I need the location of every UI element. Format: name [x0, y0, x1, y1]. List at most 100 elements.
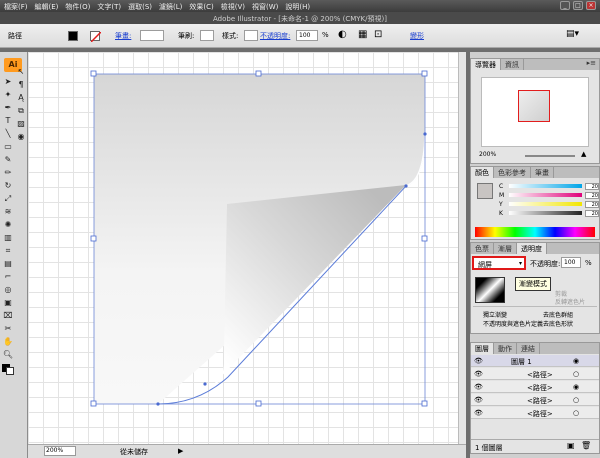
navigator-preview[interactable] — [481, 77, 589, 147]
align-icon[interactable]: ▦ — [358, 29, 367, 40]
direct-selection-icon[interactable]: ↖ — [15, 66, 27, 78]
transparency-opacity-field[interactable]: 100 — [561, 257, 581, 268]
scale-tool-icon[interactable]: ⤢ — [2, 193, 14, 205]
fill-stroke-icon[interactable] — [2, 362, 14, 375]
eyedropper-icon[interactable]: ⌐ — [2, 271, 14, 283]
blend-tool-icon[interactable]: ◎ — [2, 284, 14, 296]
vertical-scrollbar[interactable] — [458, 52, 466, 444]
zoom-field[interactable]: 200% — [44, 446, 76, 456]
eye-icon[interactable]: 👁︎ — [474, 370, 483, 378]
tab-links[interactable]: 連結 — [517, 343, 540, 354]
stroke-link[interactable]: 筆畫: — [115, 31, 131, 41]
eye-icon[interactable]: 👁︎ — [474, 409, 483, 417]
pen-tool-icon[interactable]: ✒ — [2, 102, 14, 114]
opacity-field[interactable]: 100 — [296, 30, 318, 41]
new-layer-icon[interactable]: ▣ — [567, 441, 575, 450]
sublayer-row[interactable]: 👁︎ <路徑> ◉ — [471, 381, 599, 393]
target-icon[interactable]: ○ — [573, 370, 579, 378]
control-bar-menu-icon[interactable]: ▤▾ — [566, 29, 579, 39]
tab-layers[interactable]: 圖層 — [471, 343, 494, 354]
blend-mode-dropdown[interactable]: 網屏 ▾ — [472, 256, 526, 270]
pencil-tool-icon[interactable]: ✏ — [2, 167, 14, 179]
fill-swatch[interactable] — [68, 31, 78, 41]
status-arrow-icon[interactable]: ▶ — [178, 447, 183, 455]
hand-tool-icon[interactable]: ✋ — [2, 336, 14, 348]
menu-filter[interactable]: 濾鏡(L) — [159, 2, 182, 12]
target-icon[interactable]: ◉ — [573, 357, 579, 365]
menu-select[interactable]: 選取(S) — [128, 2, 152, 12]
tab-gradient[interactable]: 漸層 — [494, 243, 517, 254]
sublayer-row[interactable]: 👁︎ <路徑> ○ — [471, 407, 599, 419]
lasso-icon[interactable]: ¶ — [15, 79, 27, 91]
selection-tool-icon[interactable]: ➤ — [2, 76, 14, 88]
layer-row[interactable]: 👁︎ 圖層 1 ◉ — [471, 355, 599, 367]
menu-object[interactable]: 物件(O) — [65, 2, 90, 12]
target-icon[interactable]: ○ — [573, 396, 579, 404]
scissors-icon[interactable]: ✂ — [2, 323, 14, 335]
invert-mask-label[interactable]: 反轉遮色片 — [555, 297, 585, 306]
line-tool-icon[interactable]: ╲ — [2, 128, 14, 140]
brush-dropdown[interactable] — [200, 30, 214, 41]
gradient-tool-icon[interactable]: ▤ — [2, 258, 14, 270]
recolor-icon[interactable]: ◐ — [338, 29, 347, 40]
menu-file[interactable]: 檔案(F) — [4, 2, 28, 12]
style-dropdown[interactable] — [244, 30, 258, 41]
tab-transparency[interactable]: 透明度 — [517, 243, 547, 254]
screen-mode-icon[interactable]: ▨ — [15, 118, 27, 130]
stroke-weight-field[interactable] — [140, 30, 164, 41]
sublayer-row[interactable]: 👁︎ <路徑> ○ — [471, 394, 599, 406]
knockout-group-checkbox[interactable]: 去底色群組 — [543, 310, 573, 319]
trash-icon[interactable]: 🗑︎ — [581, 441, 591, 450]
isolate-blending-checkbox[interactable]: 獨立漸變 — [483, 310, 507, 319]
stroke-swatch[interactable] — [90, 31, 102, 43]
symbol-sprayer-icon[interactable]: ✺ — [2, 219, 14, 231]
isolate-icon[interactable]: ⊡ — [374, 29, 382, 40]
canvas[interactable] — [28, 52, 466, 444]
navigator-view-box[interactable] — [518, 90, 550, 122]
panel-menu-icon[interactable]: ▸≡ — [587, 59, 599, 70]
tab-actions[interactable]: 動作 — [494, 343, 517, 354]
channel-k-value[interactable]: 20 — [585, 209, 599, 217]
eye-icon[interactable]: 👁︎ — [474, 383, 483, 391]
minimize-button[interactable]: _ — [560, 1, 570, 10]
current-color-swatch[interactable] — [477, 183, 493, 199]
eye-icon[interactable]: 👁︎ — [474, 357, 483, 365]
tab-stroke[interactable]: 筆畫 — [531, 167, 554, 178]
draw-mode-icon[interactable]: ◉ — [15, 131, 27, 143]
tab-navigator[interactable]: 導覽器 — [471, 59, 501, 70]
page-curl-shape[interactable] — [211, 185, 406, 387]
close-button[interactable]: × — [586, 1, 596, 10]
rectangle-tool-icon[interactable]: ▭ — [2, 141, 14, 153]
artboard-icon[interactable]: ⧉ — [15, 105, 27, 117]
slice-tool-icon[interactable]: ⌧ — [2, 310, 14, 322]
sublayer-row[interactable]: 👁︎ <路徑> ○ — [471, 368, 599, 380]
menu-window[interactable]: 視窗(W) — [252, 2, 278, 12]
graph-tool-icon[interactable]: ▥ — [2, 232, 14, 244]
maximize-button[interactable]: □ — [573, 1, 583, 10]
object-thumbnail[interactable] — [475, 277, 505, 303]
navigator-zoom-slider[interactable] — [525, 155, 575, 157]
live-paint-icon[interactable]: ▣ — [2, 297, 14, 309]
channel-m-value[interactable]: 20 — [585, 191, 599, 199]
tab-color-guide[interactable]: 色彩參考 — [494, 167, 531, 178]
channel-c-slider[interactable] — [509, 184, 583, 188]
channel-k-slider[interactable] — [509, 211, 583, 215]
channel-m-slider[interactable] — [509, 193, 583, 197]
eye-icon[interactable]: 👁︎ — [474, 396, 483, 404]
opacity-link[interactable]: 不透明度: — [260, 31, 290, 41]
zoom-tool-icon[interactable]: 🔍︎ — [2, 349, 14, 361]
target-icon[interactable]: ○ — [573, 409, 579, 417]
anchor-point-icon[interactable]: Ą — [15, 92, 27, 104]
mesh-tool-icon[interactable]: ⌗ — [2, 245, 14, 257]
type-tool-icon[interactable]: T — [2, 115, 14, 127]
channel-y-slider[interactable] — [509, 202, 583, 206]
zoom-in-icon[interactable]: ▲ — [581, 150, 586, 158]
tab-swatches[interactable]: 色票 — [471, 243, 494, 254]
menu-view[interactable]: 檢視(V) — [221, 2, 245, 12]
tab-color[interactable]: 顏色 — [471, 167, 494, 178]
warp-tool-icon[interactable]: ≋ — [2, 206, 14, 218]
menu-help[interactable]: 說明(H) — [285, 2, 310, 12]
brush-tool-icon[interactable]: ✎ — [2, 154, 14, 166]
menu-type[interactable]: 文字(T) — [97, 2, 121, 12]
color-spectrum[interactable] — [475, 227, 595, 237]
